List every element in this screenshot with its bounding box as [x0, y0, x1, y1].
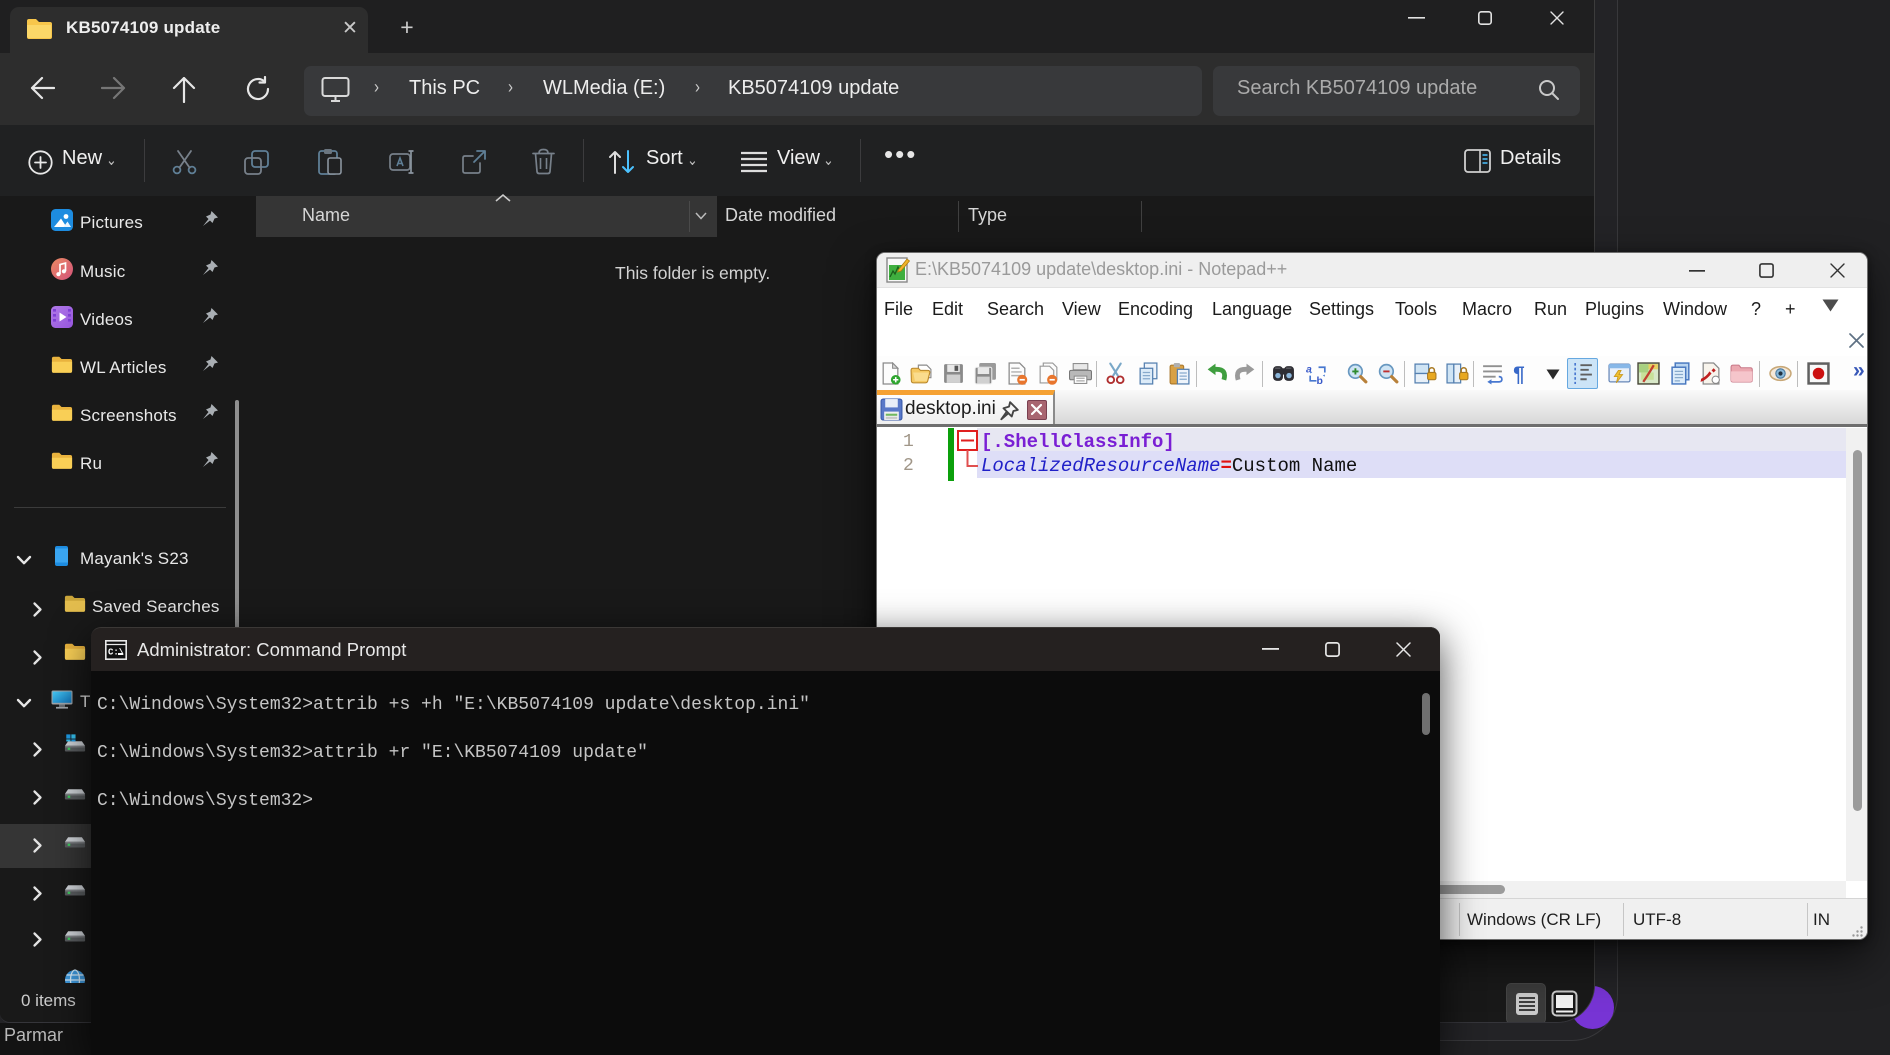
- svg-text:¶: ¶: [1513, 363, 1525, 385]
- svg-text:C:\: C:\: [108, 648, 125, 658]
- svg-text:a: a: [1306, 364, 1312, 375]
- svg-text:b: b: [1316, 376, 1322, 385]
